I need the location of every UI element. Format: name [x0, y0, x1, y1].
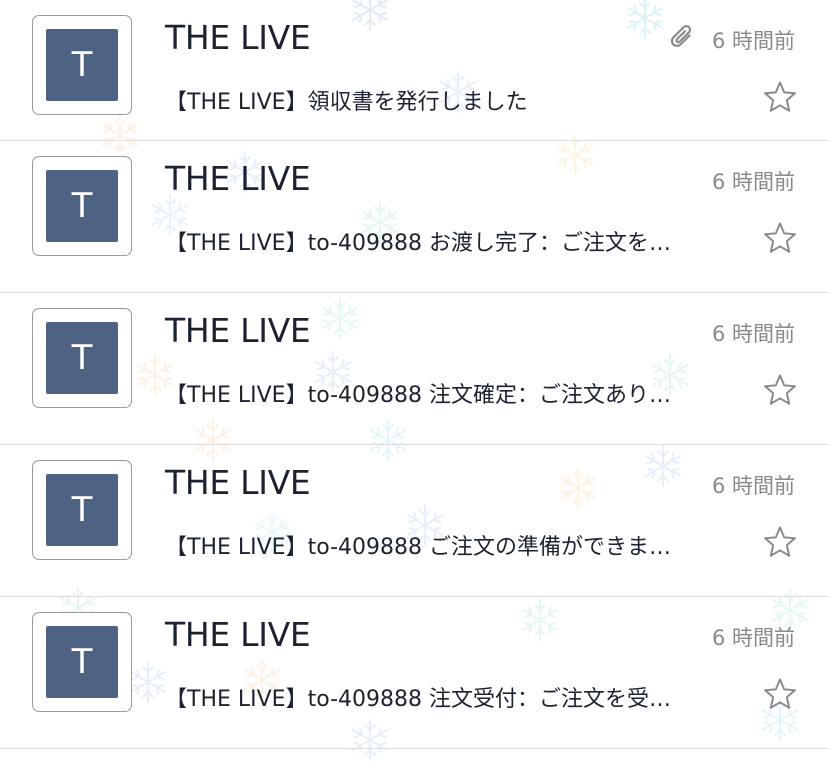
sender-name: THE LIVE — [165, 311, 311, 350]
avatar-letter: T — [46, 170, 118, 242]
avatar: T — [32, 156, 132, 256]
mail-list-item[interactable]: T THE LIVE 6 時間前 【THE LIVE】to-409888 お渡し… — [0, 141, 828, 293]
avatar: T — [32, 15, 132, 115]
avatar: T — [32, 612, 132, 712]
received-time: 6 時間前 — [711, 626, 795, 650]
star-icon[interactable] — [763, 221, 797, 255]
avatar-letter: T — [46, 626, 118, 698]
paperclip-icon — [670, 24, 692, 47]
avatar: T — [32, 308, 132, 408]
star-icon[interactable] — [763, 80, 797, 114]
mail-subject: 【THE LIVE】to-409888 注文確定：ご注文あり… — [165, 383, 671, 408]
mail-list-item[interactable]: T THE LIVE 6 時間前 【THE LIVE】to-409888 ご注文… — [0, 445, 828, 597]
received-time: 6 時間前 — [711, 322, 795, 346]
star-icon[interactable] — [763, 525, 797, 559]
avatar-letter: T — [46, 474, 118, 546]
mail-subject: 【THE LIVE】領収書を発行しました — [165, 90, 528, 115]
mail-subject: 【THE LIVE】to-409888 お渡し完了：ご注文を… — [165, 231, 671, 256]
sender-name: THE LIVE — [165, 18, 311, 57]
avatar: T — [32, 460, 132, 560]
received-time: 6 時間前 — [711, 474, 795, 498]
sender-name: THE LIVE — [165, 463, 311, 502]
mail-list-item[interactable]: T THE LIVE 6 時間前 【THE LIVE】to-409888 注文確… — [0, 293, 828, 445]
mail-subject: 【THE LIVE】to-409888 注文受付：ご注文を受… — [165, 687, 671, 712]
star-icon[interactable] — [763, 677, 797, 711]
mail-list-item[interactable]: T THE LIVE 6 時間前 【THE LIVE】to-409888 注文受… — [0, 597, 828, 749]
mail-list-item[interactable]: T THE LIVE 6 時間前 【THE LIVE】領収書を発行しました — [0, 0, 828, 141]
star-icon[interactable] — [763, 373, 797, 407]
mail-list: T THE LIVE 6 時間前 【THE LIVE】領収書を発行しました T … — [0, 0, 828, 749]
avatar-letter: T — [46, 29, 118, 101]
received-time: 6 時間前 — [711, 170, 795, 194]
sender-name: THE LIVE — [165, 615, 311, 654]
received-time: 6 時間前 — [711, 29, 795, 53]
mail-subject: 【THE LIVE】to-409888 ご注文の準備ができま… — [165, 535, 671, 560]
sender-name: THE LIVE — [165, 159, 311, 198]
avatar-letter: T — [46, 322, 118, 394]
